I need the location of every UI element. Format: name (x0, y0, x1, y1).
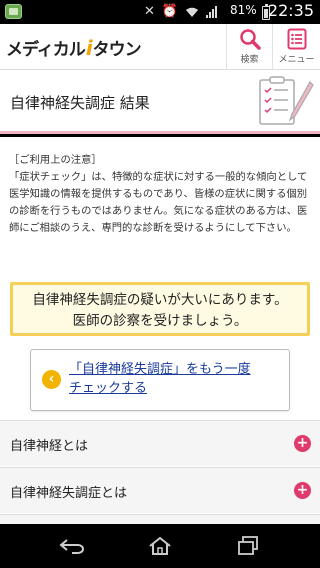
home-button[interactable] (140, 532, 180, 560)
site-logo[interactable]: メディカル i タウン (6, 35, 142, 61)
result-content: ［ご利用上の注意］ 「症状チェック」は、特徴的な症状に対する一般的な傾向として医… (0, 137, 320, 524)
wifi-icon (185, 3, 199, 22)
checklist-illustration-icon (254, 76, 314, 128)
accordion-label: 自律神経とは (10, 439, 89, 454)
logo-i-mark: i (85, 35, 93, 60)
accordion-item-partial (0, 514, 320, 524)
chevron-left-icon: ‹ (42, 370, 61, 389)
recent-apps-icon (238, 536, 258, 555)
signal-icon (206, 6, 219, 18)
recheck-link[interactable]: 「自律神経失調症」をもう一度 チェックする (69, 360, 284, 398)
search-label: 検索 (240, 55, 259, 65)
result-line-2: 医師の診察を受けましょう。 (72, 313, 248, 329)
search-button[interactable]: 検索 (226, 24, 272, 70)
clock: 22:35 (267, 1, 314, 20)
usage-notice: ［ご利用上の注意］ 「症状チェック」は、特徴的な症状に対する一般的な傾向として医… (9, 152, 311, 237)
back-button[interactable] (52, 532, 92, 560)
logo-text-pre: メディカル (6, 40, 86, 60)
result-line-1: 自律神経失調症の疑いが大いにあります。 (32, 292, 288, 308)
status-bar: ✕ ⏰ 81% 22:35 (0, 0, 320, 24)
accordion-item-autonomic-dysfunction[interactable]: 自律神経失調症とは + (0, 467, 320, 513)
battery-percent: 81% (230, 3, 257, 17)
accordion-item-autonomic-nerve[interactable]: 自律神経とは + (0, 420, 320, 466)
plus-icon: + (294, 482, 311, 499)
recheck-link-line-2: チェックする (69, 381, 148, 396)
status-icons: ✕ ⏰ (144, 2, 219, 22)
recent-apps-button[interactable] (228, 532, 268, 560)
site-header: メディカル i タウン 検索 メニュー (0, 24, 320, 70)
notice-body: 「症状チェック」は、特徴的な症状に対する一般的な傾向として医学知識の情報を提供す… (9, 171, 308, 234)
back-icon (59, 539, 84, 554)
plus-icon: + (294, 435, 311, 452)
menu-button[interactable]: メニュー (272, 24, 320, 70)
home-icon (149, 536, 171, 555)
alarm-icon: ⏰ (161, 4, 179, 19)
page-title-bar: 自律神経失調症 結果 (0, 70, 320, 134)
recheck-link-line-1: 「自律神経失調症」をもう一度 (69, 362, 251, 377)
menu-list-icon (287, 24, 307, 54)
accordion-label: 自律神経失調症とは (10, 486, 128, 501)
system-nav-bar (0, 524, 320, 568)
vibrate-mute-icon: ✕ (144, 4, 155, 19)
notice-heading: ［ご利用上の注意］ (9, 154, 102, 166)
search-icon (239, 24, 261, 54)
logo-text-post: タウン (92, 40, 142, 60)
result-message-box: 自律神経失調症の疑いが大いにあります。 医師の診察を受けましょう。 (10, 282, 310, 336)
page-title: 自律神経失調症 結果 (10, 94, 150, 112)
notification-app-icon (5, 4, 22, 19)
menu-label: メニュー (278, 55, 315, 65)
recheck-button[interactable]: ‹ 「自律神経失調症」をもう一度 チェックする (30, 349, 290, 411)
